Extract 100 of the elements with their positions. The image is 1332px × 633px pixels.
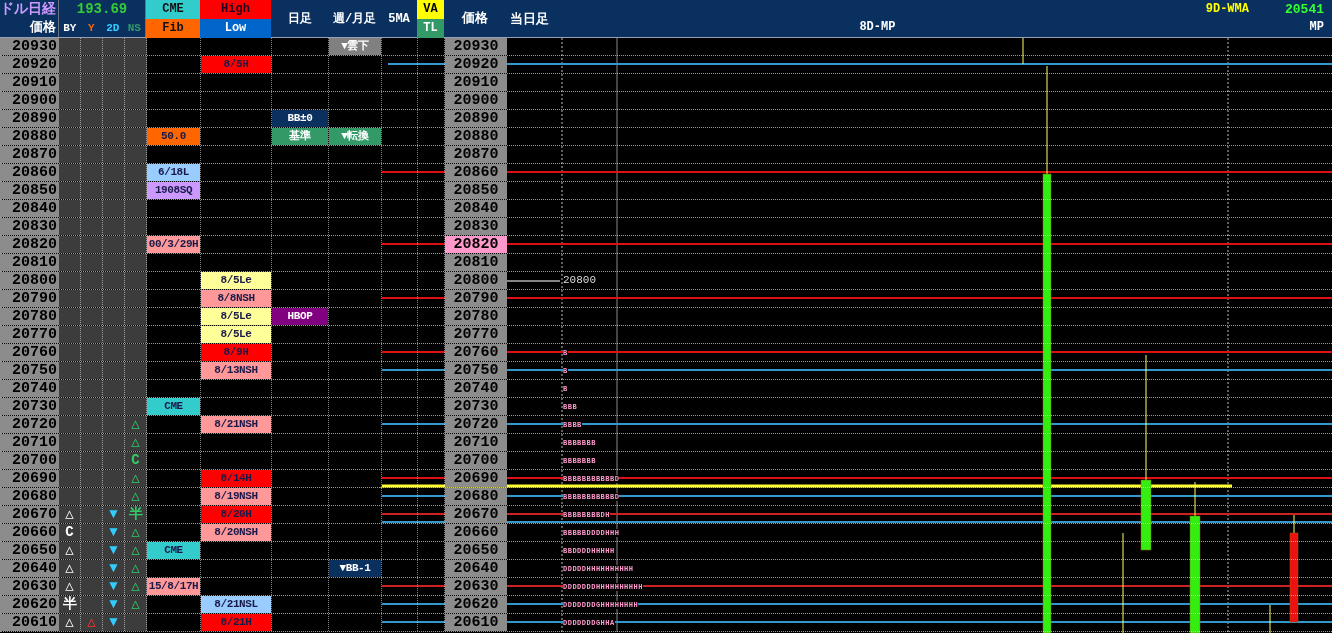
price-cell: 20670 [445, 506, 507, 523]
price-cell: 20730 [0, 398, 59, 415]
price-cell: 20640 [445, 560, 507, 577]
price-cell: 20690 [0, 470, 59, 487]
price-cell: 20630 [445, 578, 507, 595]
price-cell: 20880 [0, 128, 59, 145]
price-cell: 20840 [0, 200, 59, 217]
signal-cell: △ [59, 542, 81, 559]
signal-cell: △ [59, 578, 81, 595]
column-header: BY [62, 21, 78, 36]
header-title: ドル日経 [0, 1, 56, 18]
price-cell: 20910 [0, 74, 59, 91]
column-header: CME [146, 0, 200, 19]
price-cell: 20870 [445, 146, 507, 163]
price-cell: 20760 [0, 344, 59, 361]
signal-cell: △ [59, 560, 81, 577]
price-cell: 20810 [445, 254, 507, 271]
price-cell: 20650 [0, 542, 59, 559]
wick-line [1269, 604, 1271, 633]
indicator-label: 9D-WMA [1205, 1, 1249, 18]
signal-cell: △ [125, 434, 147, 451]
price-cell: 20740 [445, 380, 507, 397]
signal-cell: △ [125, 524, 147, 541]
signal-cell: ▼ [103, 596, 125, 613]
price-tag: CME [147, 398, 200, 415]
price-cell: 20930 [0, 38, 59, 55]
price-cell: 20820 [445, 236, 507, 253]
column-header: 価格 [462, 9, 488, 28]
signal-cell: △ [125, 470, 147, 487]
column-header: 週/月足 [332, 10, 377, 28]
signal-cell: △ [125, 416, 147, 433]
price-cell: 20770 [0, 326, 59, 343]
price-tag: 基準 [272, 128, 328, 145]
signal-cell: C [59, 524, 81, 541]
column-header: High [200, 0, 271, 19]
price-cell: 20710 [0, 434, 59, 451]
column-header: 2D [105, 21, 121, 36]
price-cell: 20660 [0, 524, 59, 541]
price-cell: 20680 [445, 488, 507, 505]
price-cell: 20820 [0, 236, 59, 253]
price-tag: 8/14H [201, 470, 271, 487]
column-header: Low [200, 19, 271, 38]
price-tag: 8/13NSH [201, 362, 271, 379]
price-tag: 8/5Le [201, 272, 271, 289]
price-cell: 20790 [445, 290, 507, 307]
price-cell: 20630 [0, 578, 59, 595]
column-header: 日足 [287, 10, 312, 28]
price-cell: 20670 [0, 506, 59, 523]
signal-cell: 半 [59, 596, 81, 613]
price-cell: 20690 [445, 470, 507, 487]
signal-cell: ▼ [103, 614, 125, 631]
price-tag: 00/3/29H [147, 236, 200, 253]
rate-value: 193.69 [75, 0, 129, 19]
price-cell: 20890 [0, 110, 59, 127]
price-tag: 8/5H [201, 56, 271, 73]
price-cell: 20750 [445, 362, 507, 379]
price-cell: 20660 [445, 524, 507, 541]
price-cell: 20680 [0, 488, 59, 505]
price-tag: ▼雲下 [329, 38, 381, 55]
price-cell: 20900 [0, 92, 59, 109]
price-cell: 20650 [445, 542, 507, 559]
price-cell: 20610 [0, 614, 59, 631]
price-cell: 20850 [0, 182, 59, 199]
price-cell: 20700 [0, 452, 59, 469]
price-cell: 20790 [0, 290, 59, 307]
price-cell: 20910 [445, 74, 507, 91]
price-cell: 20770 [445, 326, 507, 343]
price-cell: 20860 [445, 164, 507, 181]
signal-cell: △ [125, 488, 147, 505]
price-cell: 20900 [445, 92, 507, 109]
price-cell: 20700 [445, 452, 507, 469]
price-tag: BB±0 [272, 110, 328, 127]
price-cell: 20620 [445, 596, 507, 613]
price-cell: 20880 [445, 128, 507, 145]
price-tag: 8/8NSH [201, 290, 271, 307]
price-cell: 20830 [445, 218, 507, 235]
price-cell: 20860 [0, 164, 59, 181]
price-tag: 15/8/17H [147, 578, 200, 595]
price-tag: ▼転換 [329, 128, 381, 145]
column-header: 価格 [30, 20, 56, 36]
signal-cell: △ [125, 596, 147, 613]
price-marker-label: 20800 [563, 273, 596, 289]
price-cell: 20710 [445, 434, 507, 451]
price-tag: 8/9H [201, 344, 271, 361]
column-header: Y [86, 21, 96, 36]
signal-cell: ▼ [103, 524, 125, 541]
signal-cell: ▼ [103, 578, 125, 595]
column-header: 当日足 [510, 11, 549, 29]
price-tag: CME [147, 542, 200, 559]
signal-cell: △ [59, 506, 81, 523]
wick-line [1022, 38, 1024, 65]
price-cell: 20620 [0, 596, 59, 613]
price-cell: 20780 [445, 308, 507, 325]
signal-cell: ▼ [103, 506, 125, 523]
signal-cell: C [125, 452, 147, 469]
signal-cell: △ [125, 560, 147, 577]
price-cell: 20780 [0, 308, 59, 325]
price-cell: 20720 [445, 416, 507, 433]
price-tag: 6/18L [147, 164, 200, 181]
price-cell: 20720 [0, 416, 59, 433]
